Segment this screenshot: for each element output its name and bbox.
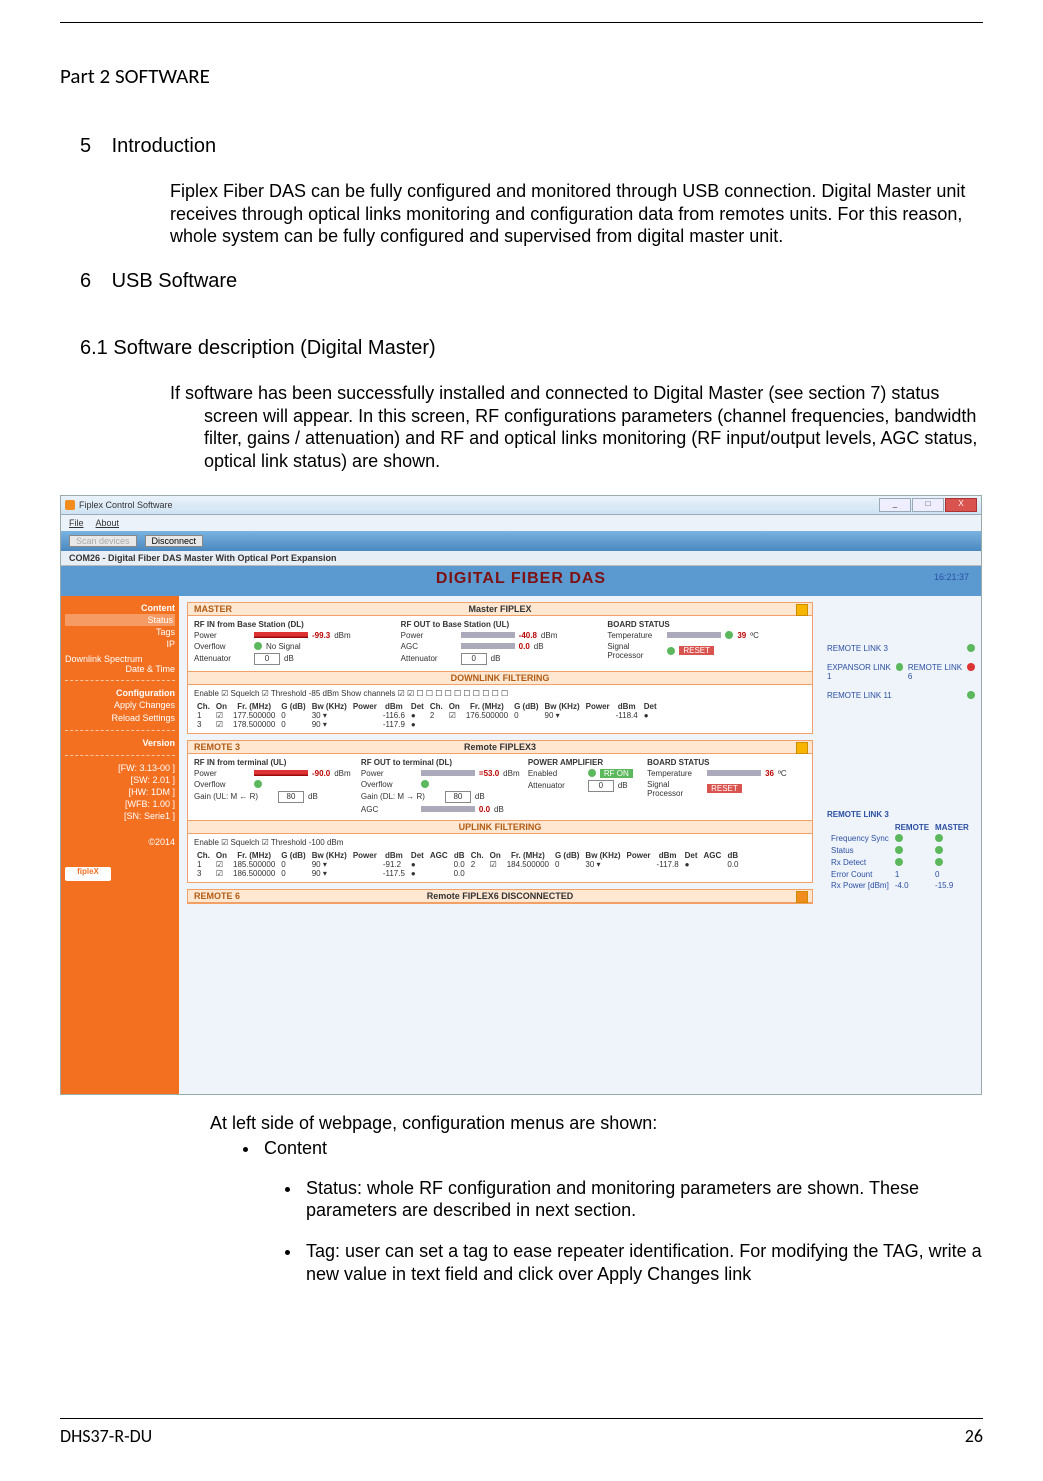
fiplex-logo: fipleX: [65, 867, 111, 881]
sidebar-ip[interactable]: IP: [65, 638, 175, 650]
menu-file[interactable]: File: [69, 518, 84, 528]
collapse-icon[interactable]: [796, 604, 808, 616]
collapse-icon[interactable]: [796, 742, 808, 754]
master-name: Master FIPLEX: [468, 604, 531, 614]
rfout-power-value: -40.8: [519, 631, 537, 640]
master-header: MASTER: [194, 604, 232, 614]
version-wfb: [WFB: 1.00 ]: [65, 798, 175, 810]
sidebar-apply-changes[interactable]: Apply Changes: [65, 699, 175, 711]
rfin-title: RF IN from Base Station (DL): [194, 620, 393, 629]
minimize-button[interactable]: _: [879, 498, 911, 512]
sidebar-status[interactable]: Status: [65, 614, 175, 626]
page-footer: DHS37-R-DU 26: [60, 1418, 983, 1447]
rfin-att-label: Attenuator: [194, 654, 250, 663]
window-title: Fiplex Control Software: [79, 500, 173, 510]
rfout-title: RF OUT to Base Station (UL): [401, 620, 600, 629]
reset-button[interactable]: RESET: [679, 646, 714, 655]
bullet-tag: Tag: user can set a tag to ease repeater…: [302, 1240, 983, 1285]
com-line: COM26 - Digital Fiber DAS Master With Op…: [61, 551, 981, 566]
section-5-title: Introduction: [112, 135, 217, 157]
table-row: 3☑178.500000090 ▾-117.9●: [194, 720, 660, 729]
rfin-overflow-label: Overflow: [194, 642, 250, 651]
sidebar-spectrum[interactable]: Downlink Spectrum: [65, 654, 175, 664]
command-bar: Scan devices Disconnect: [61, 531, 981, 551]
remote3-panel: REMOTE 3 Remote FIPLEX3 RF IN from termi…: [187, 740, 813, 883]
remote-link-3-stats: REMOTE LINK 3 REMOTEMASTER Frequency Syn…: [827, 810, 975, 892]
sidebar-datetime[interactable]: Date & Time: [65, 664, 175, 674]
rfout-agc-value: 0.0: [519, 642, 530, 651]
maximize-button[interactable]: □: [912, 498, 944, 512]
section-6-heading: 6 USB Software: [80, 270, 983, 293]
app-big-title: DIGITAL FIBER DAS 16:21:37: [61, 566, 981, 596]
remote-link-6[interactable]: REMOTE LINK 6: [908, 663, 967, 681]
remote3-name: Remote FIPLEX3: [464, 742, 536, 752]
table-header: Ch.OnFr. (MHz)G (dB)Bw (KHz)PowerdBmDetC…: [194, 702, 660, 711]
sidebar-content[interactable]: Content: [65, 602, 175, 614]
downlink-channel-table: Ch.OnFr. (MHz)G (dB)Bw (KHz)PowerdBmDetC…: [194, 702, 660, 729]
bullet-status: Status: whole RF configuration and monit…: [302, 1177, 983, 1222]
uplink-channel-table: Ch.OnFr. (MHz)G (dB)Bw (KHz)PowerdBmDetA…: [194, 851, 741, 878]
rfin-att-input[interactable]: 0: [254, 653, 280, 665]
app-icon: [65, 500, 75, 510]
sidebar-configuration: Configuration: [65, 687, 175, 699]
board-temp-value: 39: [737, 631, 746, 640]
rfin-power-label: Power: [194, 631, 250, 640]
right-column: REMOTE LINK 3 EXPANSOR LINK 1 REMOTE LIN…: [821, 596, 981, 1094]
rfin-overflow-value: No Signal: [266, 642, 301, 651]
scan-devices-button[interactable]: Scan devices: [69, 535, 137, 547]
expansor-link-1[interactable]: EXPANSOR LINK 1: [827, 663, 896, 681]
part-title: Part 2 SOFTWARE: [60, 63, 983, 89]
table-row: 1☑177.500000030 ▾-116.6●2☑176.500000090 …: [194, 711, 660, 720]
expand-icon[interactable]: [796, 891, 808, 903]
after-image-intro: At left side of webpage, configuration m…: [210, 1113, 983, 1134]
downlink-filter-controls[interactable]: Enable ☑ Squelch ☑ Threshold -85 dBm Sho…: [194, 689, 806, 698]
menu-about[interactable]: About: [96, 518, 120, 528]
footer-page-number: 26: [965, 1425, 983, 1447]
sidebar: Content Status Tags IP Downlink Spectrum…: [61, 596, 179, 1094]
remote-link-3[interactable]: REMOTE LINK 3: [827, 644, 888, 653]
version-hw: [HW: 1DM ]: [65, 786, 175, 798]
section-6-1-heading: 6.1 Software description (Digital Master…: [80, 337, 983, 360]
disconnect-button[interactable]: Disconnect: [145, 535, 204, 547]
downlink-filtering-title: DOWNLINK FILTERING: [188, 671, 812, 685]
main-area: MASTER Master FIPLEX RF IN from Base Sta…: [179, 596, 981, 1094]
rfin-power-value: -99.3: [312, 631, 330, 640]
rf-on-button[interactable]: RF ON: [600, 769, 633, 778]
app-window: Fiplex Control Software _ □ X File About…: [60, 495, 982, 1095]
section-5-body: Fiplex Fiber DAS can be fully configured…: [170, 180, 983, 248]
section-6-1-body: If software has been successfully instal…: [170, 382, 983, 473]
sidebar-reload-settings[interactable]: Reload Settings: [65, 712, 175, 724]
titlebar: Fiplex Control Software _ □ X: [61, 496, 981, 515]
copyright: ©2014: [65, 837, 175, 847]
section-5-heading: 5 Introduction: [80, 135, 983, 158]
section-6-number: 6: [80, 270, 106, 293]
clock: 16:21:37: [934, 572, 969, 582]
close-button[interactable]: X: [945, 498, 977, 512]
sidebar-tags[interactable]: Tags: [65, 626, 175, 638]
remote6-panel: REMOTE 6 Remote FIPLEX6 DISCONNECTED: [187, 889, 813, 904]
section-5-number: 5: [80, 135, 106, 158]
remote-link-11[interactable]: REMOTE LINK 11: [827, 691, 892, 700]
version-sw: [SW: 2.01 ]: [65, 774, 175, 786]
sidebar-version-label: Version: [65, 737, 175, 749]
section-6-title: USB Software: [112, 270, 238, 292]
version-fw: [FW: 3.13-00 ]: [65, 762, 175, 774]
remote3-header: REMOTE 3: [194, 742, 240, 752]
footer-docid: DHS37-R-DU: [60, 1425, 152, 1447]
menu-bar: File About: [61, 515, 981, 531]
rfout-att-input[interactable]: 0: [461, 653, 487, 665]
bullet-content: Content: [260, 1138, 983, 1159]
version-sn: [SN: Serie1 ]: [65, 810, 175, 822]
board-title: BOARD STATUS: [607, 620, 806, 629]
master-panel: MASTER Master FIPLEX RF IN from Base Sta…: [187, 602, 813, 734]
